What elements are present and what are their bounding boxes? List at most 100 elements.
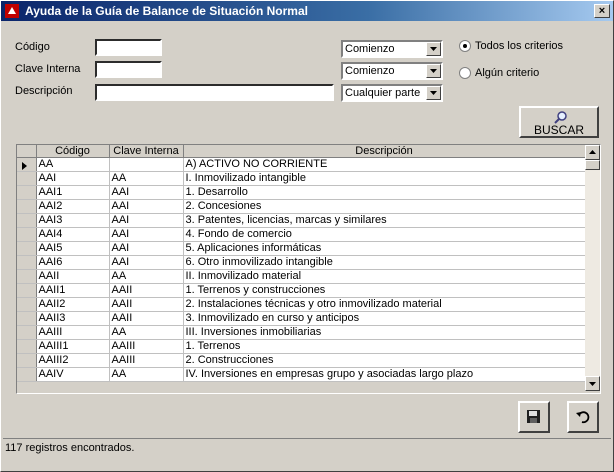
cell-clave-interna[interactable]: AAI xyxy=(109,241,184,256)
table-row[interactable]: AAII1 AAII 1. Terrenos y construcciones xyxy=(17,283,586,298)
cell-clave-interna[interactable]: AAIII xyxy=(109,339,184,354)
cell-codigo[interactable]: AAIII xyxy=(36,325,110,340)
clave-mode-select[interactable]: Comienzo xyxy=(341,62,443,80)
cell-codigo[interactable]: AAII1 xyxy=(36,283,110,298)
cell-clave-interna[interactable]: AA xyxy=(109,325,184,340)
cell-codigo[interactable]: AAIII2 xyxy=(36,353,110,368)
cell-descripcion[interactable]: A) ACTIVO NO CORRIENTE xyxy=(183,157,586,172)
clave-interna-input[interactable] xyxy=(95,61,162,78)
table-row[interactable]: AAI6 AAI 6. Otro inmovilizado intangible xyxy=(17,255,586,270)
cell-descripcion[interactable]: 5. Aplicaciones informáticas xyxy=(183,241,586,256)
table-row[interactable]: AAII3 AAII 3. Inmovilizado en curso y anti… xyxy=(17,311,586,326)
buscar-button[interactable]: BUSCAR xyxy=(519,106,599,138)
descripcion-mode-value: Cualquier parte xyxy=(345,87,421,99)
cell-codigo[interactable]: AAII2 xyxy=(36,297,110,312)
cell-codigo[interactable]: AAIV xyxy=(36,367,110,382)
cell-clave-interna[interactable]: AAI xyxy=(109,227,184,242)
chevron-down-icon[interactable] xyxy=(426,42,441,56)
scroll-thumb[interactable] xyxy=(585,160,600,170)
cell-descripcion[interactable]: 1. Terrenos xyxy=(183,339,586,354)
cell-descripcion[interactable]: I. Inmovilizado intangible xyxy=(183,171,586,186)
radio-algun-criterio[interactable] xyxy=(459,67,471,79)
cell-codigo[interactable]: AAII xyxy=(36,269,110,284)
cell-descripcion[interactable]: 4. Fondo de comercio xyxy=(183,227,586,242)
algun-criterio-label[interactable]: Algún criterio xyxy=(475,67,539,79)
chevron-down-icon[interactable] xyxy=(426,64,441,78)
table-row[interactable]: AAII AA II. Inmovilizado material xyxy=(17,269,586,284)
cell-clave-interna[interactable]: AAII xyxy=(109,297,184,312)
cell-codigo[interactable]: AAI4 xyxy=(36,227,110,242)
cell-descripcion[interactable]: 3. Patentes, licencias, marcas y similar… xyxy=(183,213,586,228)
cell-codigo[interactable]: AAI5 xyxy=(36,241,110,256)
table-row[interactable]: AAIV AA IV. Inversiones en empresas grupo … xyxy=(17,367,586,382)
cell-clave-interna[interactable]: AAIII xyxy=(109,353,184,368)
column-header-clave-interna[interactable]: Clave Interna xyxy=(109,145,184,158)
column-header-codigo[interactable]: Código xyxy=(36,145,110,158)
save-button[interactable] xyxy=(518,401,550,433)
radio-todos-criterios[interactable] xyxy=(459,40,471,52)
descripcion-input[interactable] xyxy=(95,84,334,101)
table-row[interactable]: AAI AA I. Inmovilizado intangible xyxy=(17,171,586,186)
vertical-scrollbar[interactable] xyxy=(585,145,600,391)
table-row[interactable]: AAII2 AAII 2. Instalaciones técnicas y otr… xyxy=(17,297,586,312)
cell-clave-interna[interactable]: AAI xyxy=(109,199,184,214)
cell-clave-interna[interactable]: AAI xyxy=(109,185,184,200)
cell-codigo[interactable]: AA xyxy=(36,157,110,172)
cell-clave-interna[interactable]: AAII xyxy=(109,283,184,298)
cell-codigo[interactable]: AAI6 xyxy=(36,255,110,270)
cell-codigo[interactable]: AAI2 xyxy=(36,199,110,214)
cell-descripcion[interactable]: 2. Concesiones xyxy=(183,199,586,214)
cell-codigo[interactable]: AAI3 xyxy=(36,213,110,228)
table-row[interactable]: AA A) ACTIVO NO CORRIENTE xyxy=(17,157,586,172)
cell-clave-interna[interactable]: AA xyxy=(109,269,184,284)
row-indicator xyxy=(17,339,37,354)
cell-codigo[interactable]: AAI1 xyxy=(36,185,110,200)
cell-descripcion[interactable]: 2. Instalaciones técnicas y otro inmovil… xyxy=(183,297,586,312)
cell-clave-interna[interactable]: AAI xyxy=(109,213,184,228)
descripcion-mode-select[interactable]: Cualquier parte xyxy=(341,84,443,102)
table-row[interactable]: AAIII AA III. Inversiones inmobiliarias xyxy=(17,325,586,340)
cell-clave-interna[interactable]: AAII xyxy=(109,311,184,326)
cell-descripcion[interactable]: 2. Construcciones xyxy=(183,353,586,368)
cell-clave-interna[interactable]: AAI xyxy=(109,255,184,270)
table-header-row: Código Clave Interna Descripción xyxy=(17,145,586,158)
cell-descripcion[interactable]: 3. Inmovilizado en curso y anticipos xyxy=(183,311,586,326)
table-row[interactable]: AAI2 AAI 2. Concesiones xyxy=(17,199,586,214)
table-row[interactable]: AAIII1 AAIII 1. Terrenos xyxy=(17,339,586,354)
cell-codigo[interactable]: AAIII1 xyxy=(36,339,110,354)
radio-selected-dot xyxy=(463,44,467,48)
codigo-mode-select[interactable]: Comienzo xyxy=(341,40,443,58)
clave-interna-label: Clave Interna xyxy=(15,63,81,75)
chevron-down-icon[interactable] xyxy=(426,86,441,100)
table-row[interactable]: AAI1 AAI 1. Desarrollo xyxy=(17,185,586,200)
cell-clave-interna[interactable]: AA xyxy=(109,171,184,186)
cell-descripcion[interactable]: 1. Desarrollo xyxy=(183,185,586,200)
table-row[interactable]: AAI3 AAI 3. Patentes, licencias, marcas y … xyxy=(17,213,586,228)
scroll-down-button[interactable] xyxy=(585,376,600,391)
results-grid[interactable]: Código Clave Interna Descripción AA A) AC… xyxy=(16,144,601,394)
row-indicator xyxy=(17,199,37,214)
cell-descripcion[interactable]: 6. Otro inmovilizado intangible xyxy=(183,255,586,270)
cell-descripcion[interactable]: 1. Terrenos y construcciones xyxy=(183,283,586,298)
column-header-descripcion[interactable]: Descripción xyxy=(183,145,586,158)
cell-codigo[interactable]: AAI xyxy=(36,171,110,186)
table-row[interactable]: AAI5 AAI 5. Aplicaciones informáticas xyxy=(17,241,586,256)
cell-descripcion[interactable]: II. Inmovilizado material xyxy=(183,269,586,284)
cell-clave-interna[interactable]: AA xyxy=(109,367,184,382)
cell-clave-interna[interactable] xyxy=(109,157,184,172)
table-row[interactable]: AAI4 AAI 4. Fondo de comercio xyxy=(17,227,586,242)
cell-codigo[interactable]: AAII3 xyxy=(36,311,110,326)
row-indicator xyxy=(17,311,37,326)
table-row[interactable]: AAIII2 AAIII 2. Construcciones xyxy=(17,353,586,368)
row-indicator xyxy=(17,171,37,186)
status-bar: 117 registros encontrados. xyxy=(3,438,611,457)
scroll-up-button[interactable] xyxy=(585,145,600,160)
todos-criterios-label[interactable]: Todos los criterios xyxy=(475,40,563,52)
title-bar[interactable]: Ayuda de la Guía de Balance de Situación… xyxy=(1,1,613,21)
undo-button[interactable] xyxy=(567,401,599,433)
codigo-input[interactable] xyxy=(95,39,162,56)
row-indicator xyxy=(17,241,37,256)
cell-descripcion[interactable]: III. Inversiones inmobiliarias xyxy=(183,325,586,340)
cell-descripcion[interactable]: IV. Inversiones en empresas grupo y asoc… xyxy=(183,367,586,382)
close-button[interactable]: × xyxy=(594,4,610,18)
